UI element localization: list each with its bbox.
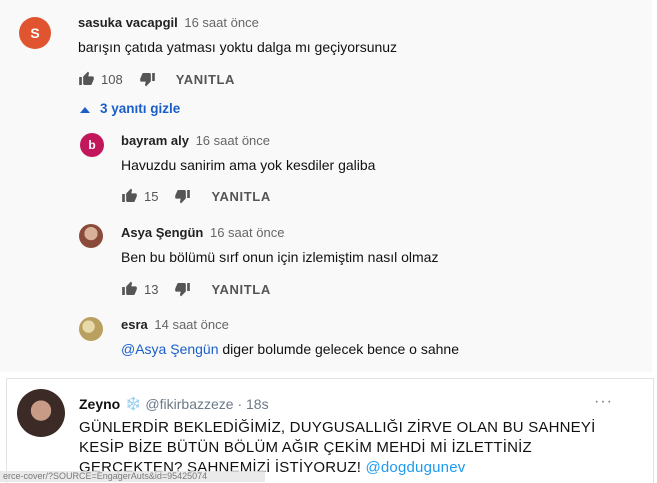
avatar[interactable]: b xyxy=(80,133,104,157)
comment-time[interactable]: 16 saat önce xyxy=(184,15,258,30)
like-icon[interactable] xyxy=(121,188,138,204)
tweet-mention-link[interactable]: @dogdugunev xyxy=(365,459,465,476)
comment-author[interactable]: esra xyxy=(121,317,148,332)
comment-author[interactable]: sasuka vacapgil xyxy=(78,15,178,30)
comment-header: bayram aly 16 saat önce xyxy=(121,133,270,148)
comment-actions: 108 YANITLA xyxy=(78,71,235,87)
comment-text-body: diger bolumde gelecek bence o sahne xyxy=(218,341,460,357)
youtube-comments-panel: S sasuka vacapgil 16 saat önce barışın ç… xyxy=(0,0,652,372)
tweet-author-name[interactable]: Zeyno xyxy=(79,396,120,412)
tweet-text: GÜNLERDİR BEKLEDİĞİMİZ, DUYGUSALLIĞI ZİR… xyxy=(79,418,619,478)
avatar[interactable] xyxy=(79,317,103,341)
comment-time[interactable]: 16 saat önce xyxy=(196,133,270,148)
comment-actions: 15 YANITLA xyxy=(121,188,271,204)
comment-header: Asya Şengün 16 saat önce xyxy=(121,225,284,240)
snowflake-icon: ❄️ xyxy=(125,396,142,411)
comment-header: esra 14 saat önce xyxy=(121,317,229,332)
avatar[interactable] xyxy=(17,389,65,437)
comment-header: sasuka vacapgil 16 saat önce xyxy=(78,15,259,30)
reply-button[interactable]: YANITLA xyxy=(211,189,270,204)
reply-button[interactable]: YANITLA xyxy=(176,72,235,87)
avatar-letter: b xyxy=(88,138,96,152)
comment-text: Havuzdu sanirim ama yok kesdiler galiba xyxy=(121,157,376,173)
tweet-card: Zeyno ❄️ @fikirbazzeze · 18s ··· GÜNLERD… xyxy=(6,378,654,483)
tweet-handle[interactable]: @fikirbazzeze · 18s xyxy=(145,396,268,412)
dislike-icon[interactable] xyxy=(174,281,191,297)
avatar[interactable] xyxy=(79,224,103,248)
like-count: 13 xyxy=(144,281,159,297)
comment-author[interactable]: bayram aly xyxy=(121,133,189,148)
comment-text: @Asya Şengün diger bolumde gelecek bence… xyxy=(121,341,459,357)
like-icon[interactable] xyxy=(121,281,138,297)
avatar-letter: S xyxy=(30,25,40,41)
comment-time[interactable]: 16 saat önce xyxy=(210,225,284,240)
source-overlay: erce-cover/?SOURCE=EngagerAuts&id=954250… xyxy=(0,471,265,482)
hide-replies-toggle[interactable]: 3 yanıtı gizle xyxy=(80,101,180,116)
mention-link[interactable]: @Asya Şengün xyxy=(121,341,219,357)
like-count: 15 xyxy=(144,188,159,204)
dislike-icon[interactable] xyxy=(174,188,191,204)
avatar[interactable]: S xyxy=(19,17,51,49)
tweet-text-body: GÜNLERDİR BEKLEDİĞİMİZ, DUYGUSALLIĞI ZİR… xyxy=(79,419,596,476)
comment-text: Ben bu bölümü sırf onun için izlemiştim … xyxy=(121,249,439,265)
like-icon[interactable] xyxy=(78,71,95,87)
chevron-up-icon xyxy=(80,101,90,116)
tweet-header: Zeyno ❄️ @fikirbazzeze · 18s xyxy=(79,396,269,412)
comment-time[interactable]: 14 saat önce xyxy=(154,317,228,332)
comment-author[interactable]: Asya Şengün xyxy=(121,225,203,240)
reply-button[interactable]: YANITLA xyxy=(211,282,270,297)
comment-actions: 13 YANITLA xyxy=(121,281,271,297)
hide-replies-label: 3 yanıtı gizle xyxy=(100,101,181,116)
dislike-icon[interactable] xyxy=(139,71,156,87)
comment-text: barışın çatıda yatması yoktu dalga mı ge… xyxy=(78,39,398,55)
like-count: 108 xyxy=(101,71,123,87)
more-options-icon[interactable]: ··· xyxy=(594,393,613,411)
